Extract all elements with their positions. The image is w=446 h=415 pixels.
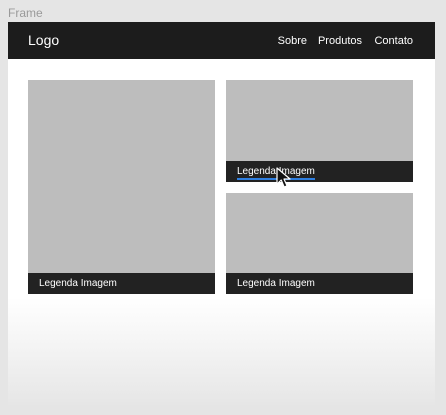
image-card-bottom-right[interactable]: Legenda Imagem — [226, 193, 413, 294]
image-caption: Legenda Imagem — [226, 273, 413, 294]
navbar: Logo Sobre Produtos Contato — [8, 22, 435, 59]
image-caption-text[interactable]: Legenda Imagem — [39, 278, 117, 289]
logo[interactable]: Logo — [28, 32, 59, 48]
frame-label[interactable]: Frame — [8, 6, 43, 20]
image-card-top-right[interactable]: Legenda Imagem — [226, 80, 413, 182]
nav-link-produtos[interactable]: Produtos — [318, 35, 362, 47]
nav-link-sobre[interactable]: Sobre — [278, 35, 307, 47]
image-caption-text-selected[interactable]: Legenda Imagem — [237, 166, 315, 180]
nav-link-contato[interactable]: Contato — [374, 35, 413, 47]
image-caption: Legenda Imagem — [28, 273, 215, 294]
image-caption-text[interactable]: Legenda Imagem — [237, 278, 315, 289]
frame[interactable]: Logo Sobre Produtos Contato Legenda Imag… — [8, 22, 435, 405]
image-caption: Legenda Imagem — [226, 161, 413, 182]
image-card-large[interactable]: Legenda Imagem — [28, 80, 215, 294]
design-canvas: Frame Logo Sobre Produtos Contato Legend… — [0, 0, 446, 415]
